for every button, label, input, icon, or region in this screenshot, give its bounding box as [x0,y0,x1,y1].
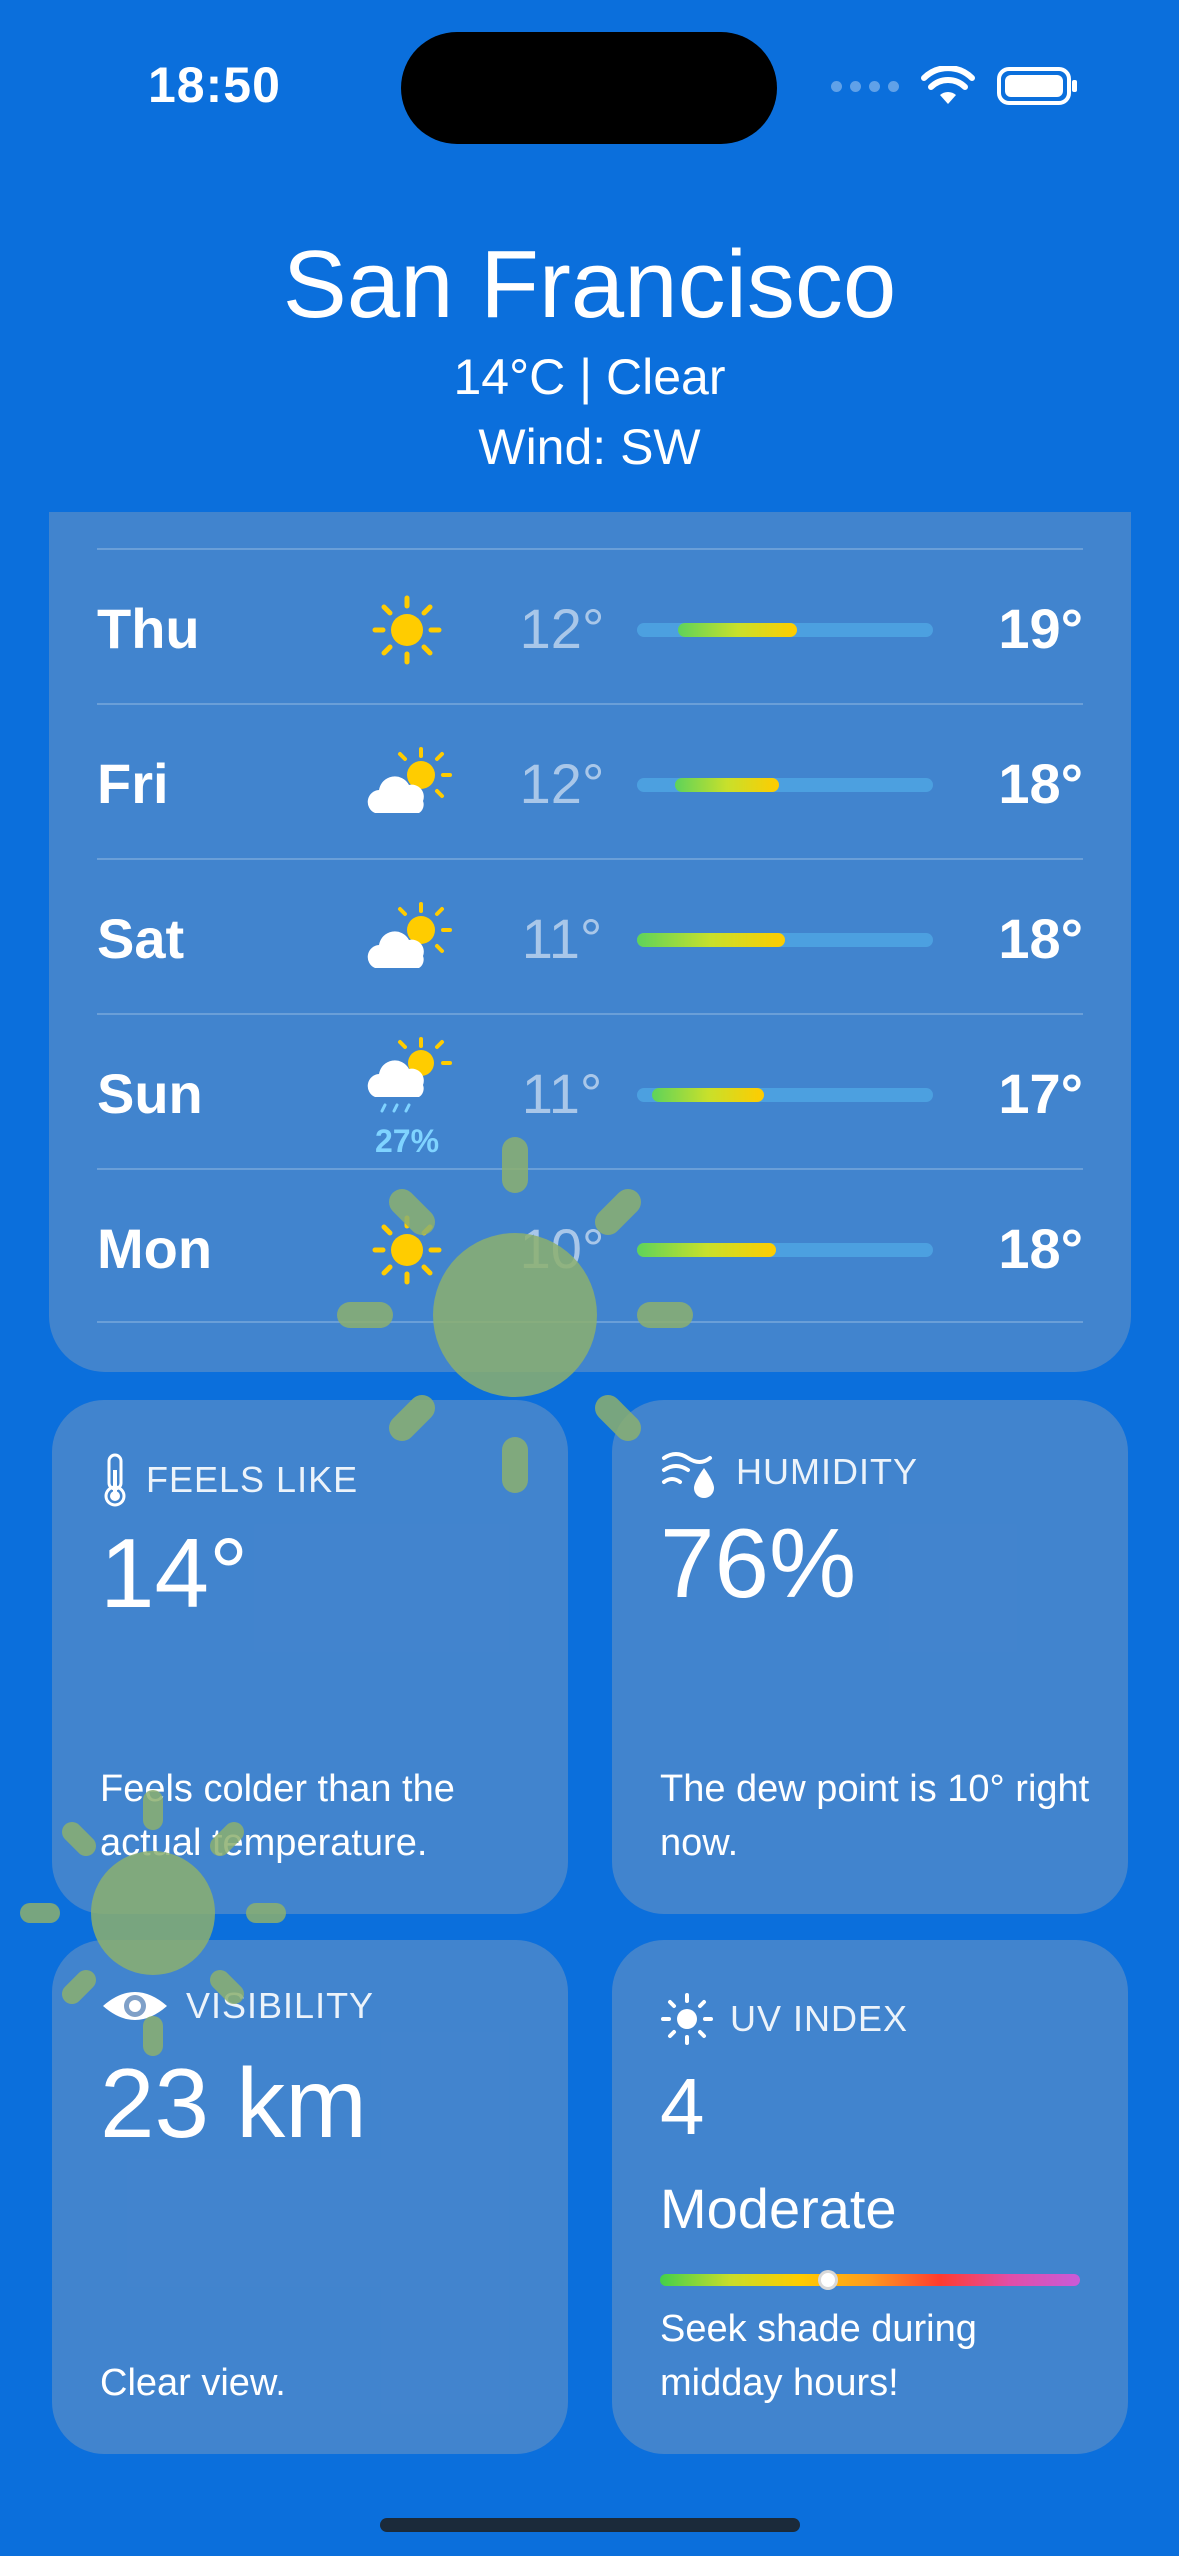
forecast-day: Thu [97,597,200,660]
humidity-icon [662,1452,714,1498]
forecast-row: Sun 27% 11° 17° [97,1013,1083,1168]
uv-index-value: 4 [660,2062,705,2151]
daily-forecast-card[interactable]: Thu 12° 19° Fri 12° 18° Sat 11° 18° Sun … [49,512,1131,1372]
sun-icon [372,595,442,665]
temperature-range-fill [637,933,785,947]
tile-header: HUMIDITY [660,1444,918,1500]
wind-direction: Wind: SW [478,419,701,475]
tile-title: UV INDEX [730,1998,909,2039]
forecast-day: Sun [97,1062,203,1125]
current-summary: 14°C | Clear [453,349,726,405]
forecast-high: 18° [998,1217,1083,1280]
forecast-high: 19° [998,597,1083,660]
temperature-range-fill [637,1243,777,1257]
forecast-day: Mon [97,1217,213,1280]
sun-icon [372,1215,442,1285]
forecast-low: 10° [519,1217,605,1280]
location-header: San Francisco 14°C | Clear Wind: SW [0,230,1179,480]
sun-icon [661,1993,713,2045]
battery-icon [997,67,1077,105]
cellular-signal-icon [831,80,899,92]
temperature-range-bar [637,1243,933,1257]
forecast-day: Fri [97,752,169,815]
uv-index-marker [818,2270,838,2290]
feels-like-value: 14° [100,1518,249,1628]
uv-index-tile[interactable]: UV INDEX 4 Moderate Seek shade during mi… [612,1940,1128,2454]
dynamic-island [401,32,777,144]
forecast-row: Mon 10° 18° [97,1168,1083,1323]
uv-index-scale [660,2270,1080,2290]
humidity-description: The dew point is 10° right now. [660,1768,1090,1864]
temperature-range-fill [675,778,780,792]
uv-index-level: Moderate [660,2177,897,2240]
temperature-range-bar [637,1088,933,1102]
tile-title: VISIBILITY [186,1985,375,2026]
visibility-value: 23 km [100,2048,367,2158]
forecast-low: 11° [521,907,603,970]
forecast-low: 12° [519,597,605,660]
feels-like-tile[interactable]: FEELS LIKE 14° Feels colder than the act… [52,1400,568,1914]
feels-like-description: Feels colder than the actual temperature… [100,1768,455,1864]
forecast-low: 11° [521,1062,603,1125]
visibility-description: Clear view. [100,2362,286,2404]
status-time: 18:50 [148,57,281,113]
humidity-value: 76% [660,1508,857,1618]
tile-header: UV INDEX [660,1992,908,2046]
temperature-range-bar [637,778,933,792]
tile-title: FEELS LIKE [146,1459,359,1500]
tile-header: FEELS LIKE [100,1452,358,1508]
partly-cloudy-icon [367,902,452,968]
forecast-row: Fri 12° 18° [97,703,1083,858]
status-indicators [831,66,1079,106]
uv-index-description: Seek shade during midday hours! [660,2308,977,2404]
forecast-low: 12° [519,752,605,815]
temperature-range-bar [637,623,933,637]
partly-cloudy-icon [367,747,452,813]
forecast-high: 17° [998,1062,1083,1125]
forecast-row: Thu 12° 19° [97,548,1083,703]
partly-cloudy-rain-icon [367,1037,452,1113]
forecast-row: Sat 11° 18° [97,858,1083,1013]
visibility-tile[interactable]: VISIBILITY 23 km Clear view. [52,1940,568,2454]
forecast-high: 18° [998,752,1083,815]
thermometer-icon [104,1453,126,1507]
eye-icon [103,1992,167,2020]
tile-title: HUMIDITY [736,1451,918,1492]
home-indicator[interactable] [380,2518,800,2532]
tile-header: VISIBILITY [100,1984,374,2028]
forecast-day: Sat [97,907,185,970]
precipitation-chance: 27% [374,1123,440,1159]
temperature-range-fill [651,1088,765,1102]
temperature-range-bar [637,933,933,947]
humidity-tile[interactable]: HUMIDITY 76% The dew point is 10° right … [612,1400,1128,1914]
temperature-range-fill [678,623,797,637]
wifi-icon [921,66,975,104]
city-name: San Francisco [282,231,897,338]
forecast-high: 18° [998,907,1083,970]
